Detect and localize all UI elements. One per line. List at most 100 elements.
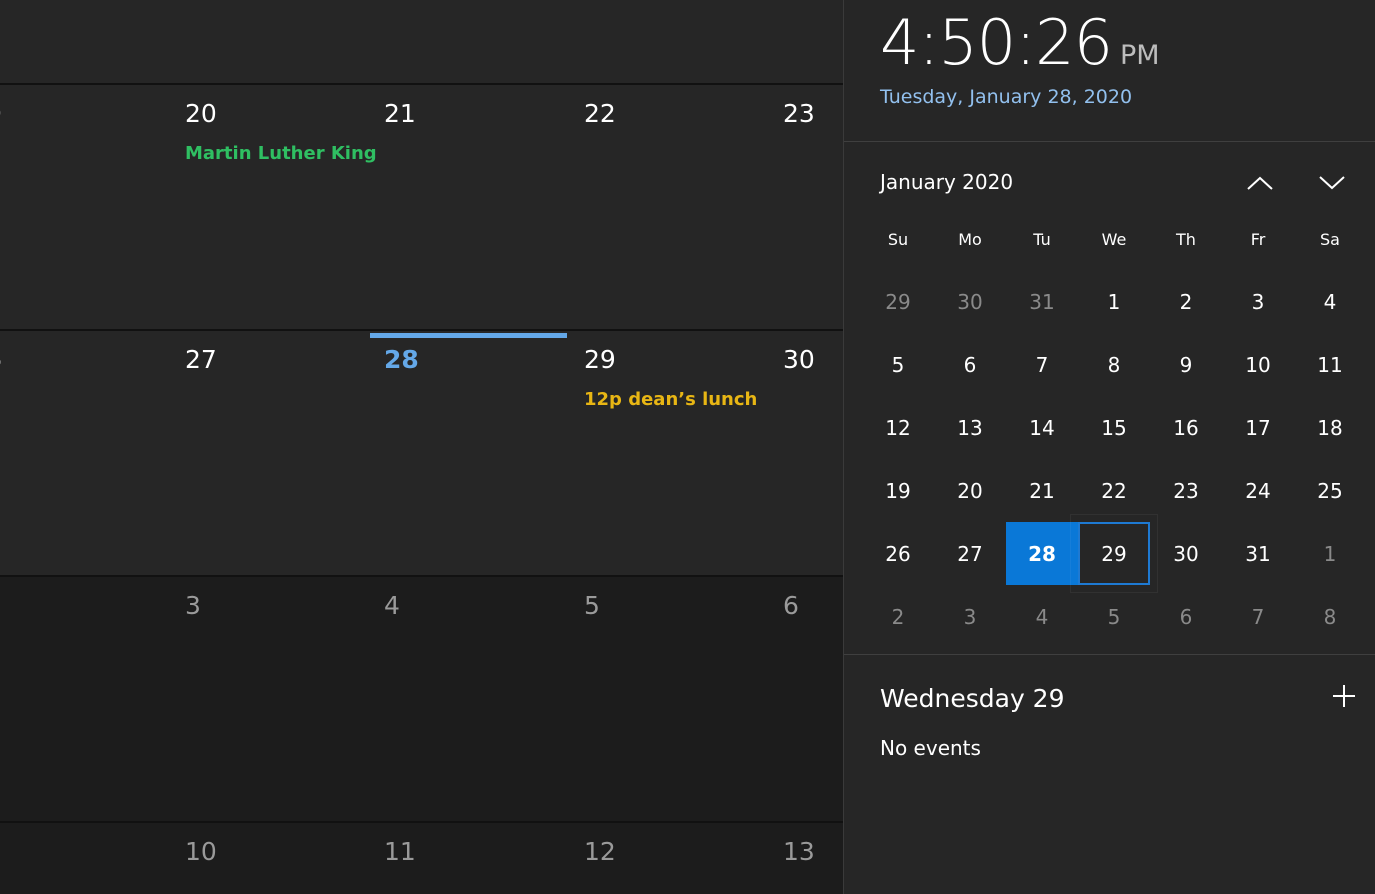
day-cell[interactable]: 9 [0, 85, 185, 331]
weekday-header: Su Mo Tu We Th Fr Sa [862, 230, 1366, 254]
day-number: 4 [384, 591, 400, 620]
day-cell[interactable]: 20 Martin Luther King [185, 85, 384, 331]
calendar-event[interactable]: 12p dean’s lunch [584, 389, 757, 410]
mini-month-title[interactable]: January 2020 [880, 170, 1013, 194]
mini-day[interactable]: 2 [862, 585, 934, 648]
day-cell[interactable]: 10 [185, 823, 384, 894]
mini-day[interactable]: 7 [1222, 585, 1294, 648]
day-number: 9 [0, 99, 2, 128]
mini-day[interactable]: 22 [1078, 459, 1150, 522]
next-month-button[interactable] [1312, 166, 1352, 200]
mini-day[interactable]: 24 [1222, 459, 1294, 522]
week-row: 3 4 5 6 [0, 575, 843, 823]
day-cell[interactable]: 22 [584, 85, 783, 331]
month-view: 9 20 Martin Luther King 21 22 23 6 27 28 29 12p de… [0, 0, 843, 894]
calendar-event[interactable]: Martin Luther King [185, 143, 377, 164]
day-cell[interactable]: 30 [783, 331, 843, 577]
day-number: 12 [584, 837, 616, 866]
mini-day[interactable]: 8 [1294, 585, 1366, 648]
mini-calendar-grid: 29 30 31 1 2 3 4 5 6 7 8 9 10 11 12 13 14 15 16 17 18 19 20 21 2… [862, 270, 1366, 648]
chevron-down-icon [1319, 176, 1345, 190]
mini-day[interactable]: 1 [1078, 270, 1150, 333]
day-cell[interactable]: 5 [584, 577, 783, 823]
mini-day[interactable]: 5 [862, 333, 934, 396]
mini-day[interactable]: 13 [934, 396, 1006, 459]
week-row: 10 11 12 13 [0, 821, 843, 894]
mini-day[interactable]: 30 [934, 270, 1006, 333]
calendar-flyout: 4:50:26 PM Tuesday, January 28, 2020 Janu… [843, 0, 1375, 894]
mini-day-today[interactable]: 28 [1006, 522, 1078, 585]
day-number: 30 [783, 345, 815, 374]
mini-day[interactable]: 30 [1150, 522, 1222, 585]
mini-day[interactable]: 15 [1078, 396, 1150, 459]
week-row [0, 0, 843, 83]
mini-day[interactable]: 3 [1222, 270, 1294, 333]
add-event-button[interactable] [1328, 680, 1360, 712]
day-number: 28 [384, 345, 419, 374]
day-cell[interactable]: 12 [584, 823, 783, 894]
mini-day[interactable]: 12 [862, 396, 934, 459]
mini-day[interactable]: 4 [1294, 270, 1366, 333]
mini-day[interactable]: 11 [1294, 333, 1366, 396]
day-cell[interactable]: 27 [185, 331, 384, 577]
mini-day[interactable]: 1 [1294, 522, 1366, 585]
day-number: 6 [0, 345, 2, 374]
weekday-label: Sa [1320, 230, 1340, 249]
mini-day[interactable]: 4 [1006, 585, 1078, 648]
day-cell[interactable]: 4 [384, 577, 583, 823]
mini-day[interactable]: 31 [1222, 522, 1294, 585]
weekday-label: Su [887, 230, 909, 249]
previous-month-button[interactable] [1240, 166, 1280, 200]
mini-day[interactable]: 2 [1150, 270, 1222, 333]
weekday-label: We [1101, 230, 1127, 249]
day-number: 20 [185, 99, 217, 128]
mini-day[interactable]: 18 [1294, 396, 1366, 459]
day-cell[interactable] [0, 577, 185, 823]
day-cell[interactable]: 6 [0, 331, 185, 577]
mini-day-selected[interactable]: 29 [1070, 514, 1158, 593]
mini-day[interactable]: 14 [1006, 396, 1078, 459]
day-number: 11 [384, 837, 416, 866]
day-cell[interactable] [0, 823, 185, 894]
day-number: 5 [584, 591, 600, 620]
plus-icon [1333, 685, 1355, 707]
clock: 4:50:26 PM [880, 6, 1160, 79]
day-number: 22 [584, 99, 616, 128]
day-cell[interactable]: 29 12p dean’s lunch [584, 331, 783, 577]
mini-day[interactable]: 7 [1006, 333, 1078, 396]
mini-day[interactable]: 6 [1150, 585, 1222, 648]
weekday-label: Th [1176, 230, 1196, 249]
mini-day[interactable]: 29 [862, 270, 934, 333]
mini-day[interactable]: 8 [1078, 333, 1150, 396]
day-number: 29 [584, 345, 616, 374]
day-cell[interactable]: 21 [384, 85, 583, 331]
mini-day[interactable]: 26 [862, 522, 934, 585]
day-cell[interactable]: 13 [783, 823, 843, 894]
day-cell[interactable]: 6 [783, 577, 843, 823]
mini-day[interactable]: 9 [1150, 333, 1222, 396]
mini-day[interactable]: 31 [1006, 270, 1078, 333]
mini-day[interactable]: 21 [1006, 459, 1078, 522]
clock-date-link[interactable]: Tuesday, January 28, 2020 [880, 86, 1132, 108]
mini-day[interactable]: 5 [1078, 585, 1150, 648]
mini-day[interactable]: 17 [1222, 396, 1294, 459]
mini-day[interactable]: 19 [862, 459, 934, 522]
week-row: 9 20 Martin Luther King 21 22 23 [0, 83, 843, 331]
weekday-label: Mo [958, 230, 982, 249]
weekday-label: Fr [1250, 230, 1266, 249]
mini-day[interactable]: 23 [1150, 459, 1222, 522]
mini-day[interactable]: 20 [934, 459, 1006, 522]
day-cell[interactable]: 28 [370, 331, 583, 577]
mini-day[interactable]: 6 [934, 333, 1006, 396]
week-row: 6 27 28 29 12p dean’s lunch 30 [0, 329, 843, 577]
day-number: 6 [783, 591, 799, 620]
mini-day[interactable]: 25 [1294, 459, 1366, 522]
day-cell[interactable]: 11 [384, 823, 583, 894]
day-cell[interactable]: 3 [185, 577, 384, 823]
day-cell[interactable]: 23 [783, 85, 843, 331]
mini-day[interactable]: 16 [1150, 396, 1222, 459]
mini-day[interactable]: 3 [934, 585, 1006, 648]
mini-day[interactable]: 27 [934, 522, 1006, 585]
mini-day[interactable]: 10 [1222, 333, 1294, 396]
agenda-date-title: Wednesday 29 [880, 684, 1065, 713]
